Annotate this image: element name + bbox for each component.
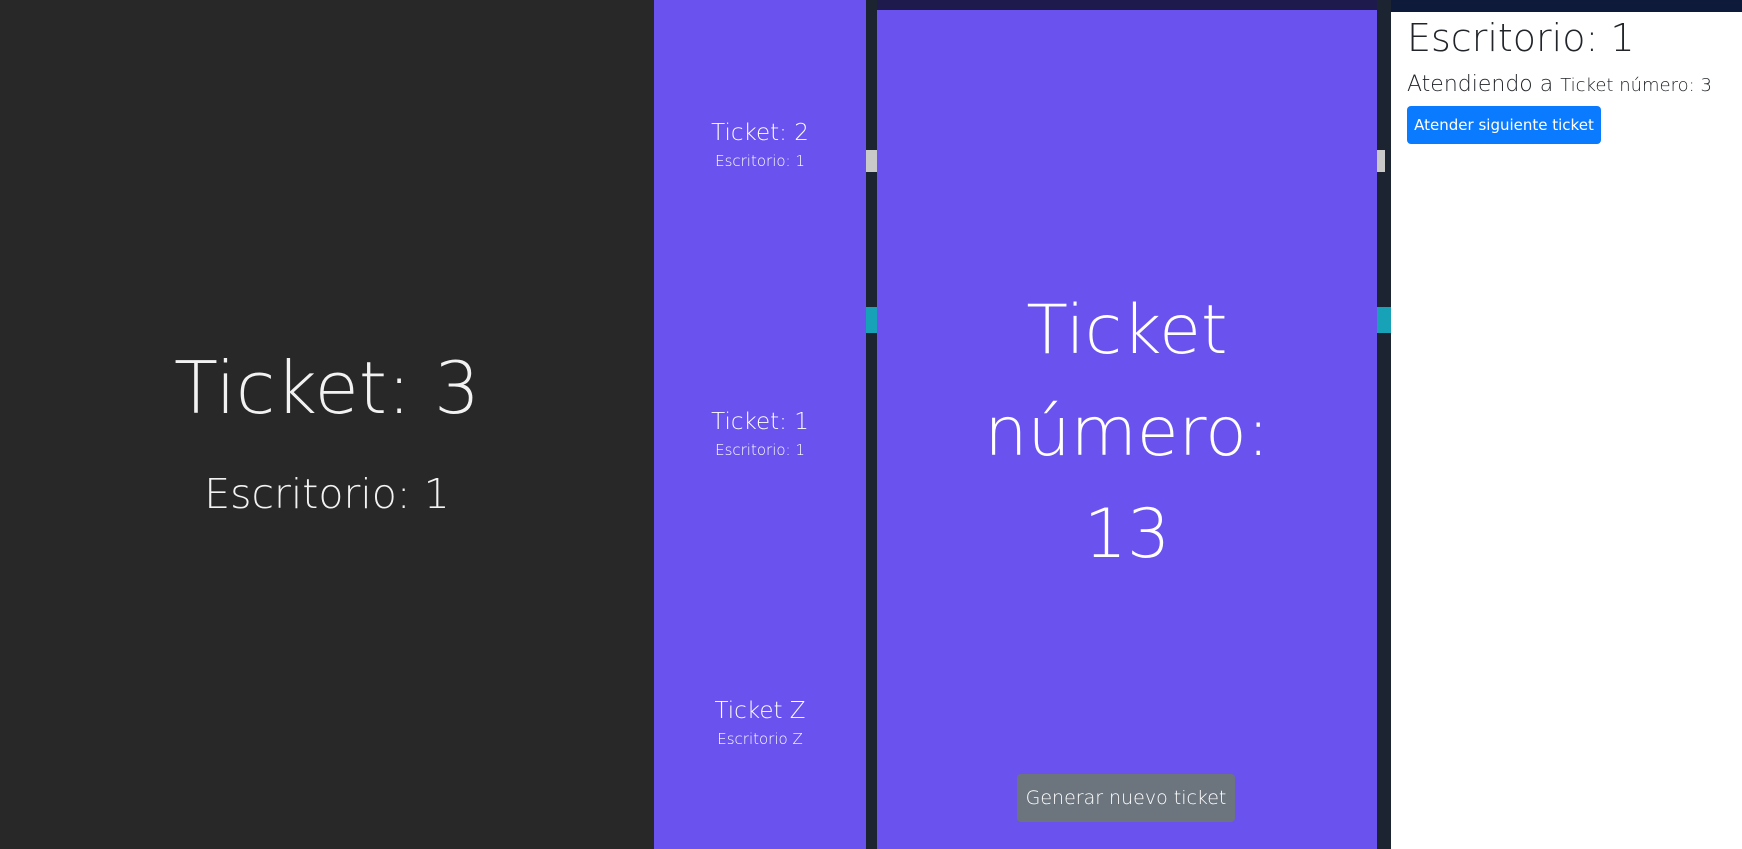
- window-top-band: [877, 0, 1377, 10]
- background-window-strip: [866, 0, 877, 849]
- screen: Ticket: 3 Escritorio: 1 Ticket: 2 Escrit…: [0, 0, 1742, 849]
- background-bar: [866, 307, 877, 333]
- new-ticket-number: 13: [1083, 495, 1171, 574]
- history-ticket: Ticket Z: [714, 698, 806, 724]
- new-ticket-display: Ticket número: 13: [877, 280, 1377, 586]
- attending-line: Atendiendo a Ticket número: 3: [1407, 72, 1712, 98]
- public-display-history: Ticket: 2 Escritorio: 1 Ticket: 1 Escrit…: [654, 0, 866, 849]
- background-bar: [1377, 150, 1385, 172]
- generate-ticket-button[interactable]: Generar nuevo ticket: [1017, 774, 1235, 822]
- history-ticket: Ticket: 2: [711, 120, 809, 146]
- new-ticket-label: Ticket número:: [984, 291, 1270, 472]
- history-desk: Escritorio: 1: [715, 441, 805, 460]
- desk-title: Escritorio: 1: [1407, 16, 1635, 60]
- current-ticket-desk: Escritorio: 1: [204, 470, 450, 518]
- history-item: Ticket Z Escritorio Z: [654, 698, 866, 749]
- attending-prefix: Atendiendo a: [1407, 72, 1554, 97]
- background-bar: [866, 150, 877, 172]
- public-display-current: Ticket: 3 Escritorio: 1: [0, 0, 654, 849]
- attending-ticket: Ticket número: 3: [1560, 75, 1712, 96]
- history-ticket: Ticket: 1: [711, 409, 809, 435]
- new-ticket-panel: Ticket número: 13 Generar nuevo ticket: [877, 10, 1377, 849]
- current-ticket-number: Ticket: 3: [174, 346, 480, 430]
- window-top-band: [1391, 0, 1742, 12]
- background-window-strip: [1377, 0, 1391, 849]
- history-desk: Escritorio: 1: [715, 152, 805, 171]
- desk-panel: Escritorio: 1 Atendiendo a Ticket número…: [1391, 12, 1742, 849]
- history-desk: Escritorio Z: [717, 730, 803, 749]
- history-item: Ticket: 1 Escritorio: 1: [654, 409, 866, 460]
- attend-next-button[interactable]: Atender siguiente ticket: [1407, 106, 1601, 144]
- history-item: Ticket: 2 Escritorio: 1: [654, 120, 866, 171]
- background-bar: [1377, 307, 1391, 333]
